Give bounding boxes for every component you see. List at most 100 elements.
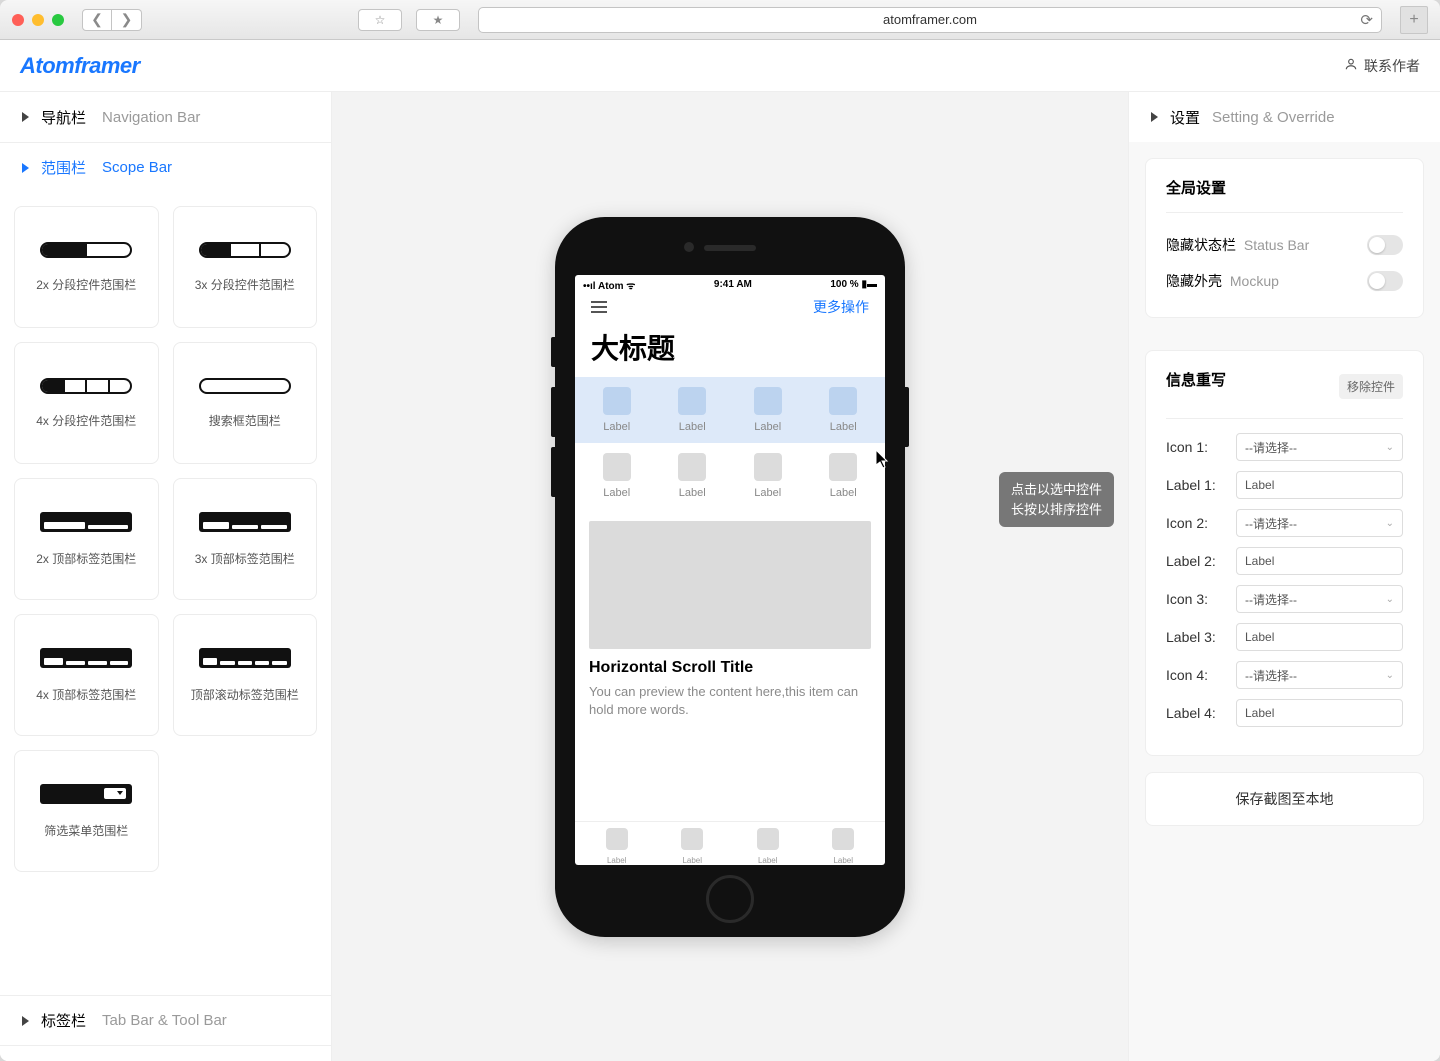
zoom-window-icon[interactable] <box>52 14 64 26</box>
component-card[interactable]: 2x 顶部标签范围栏 <box>14 478 159 600</box>
icon-scope-row[interactable]: Label Label Label Label <box>575 443 885 509</box>
icon-select[interactable]: --请选择--⌄ <box>1236 433 1403 461</box>
reload-icon[interactable]: ⟳ <box>1360 11 1373 29</box>
phone-side-button <box>905 387 909 447</box>
component-label: 筛选菜单范围栏 <box>44 822 128 839</box>
component-card[interactable]: 3x 分段控件范围栏 <box>173 206 318 328</box>
phone-side-button <box>551 447 555 497</box>
home-button-icon <box>706 875 754 923</box>
status-time: 9:41 AM <box>714 279 752 290</box>
component-label: 4x 顶部标签范围栏 <box>36 686 136 703</box>
bookmarks-button[interactable]: ★ <box>416 9 460 31</box>
panel-title-cn: 设置 <box>1170 107 1200 128</box>
panel-title-en: Setting & Override <box>1212 109 1335 126</box>
component-card[interactable]: 4x 分段控件范围栏 <box>14 342 159 464</box>
component-card[interactable]: 2x 分段控件范围栏 <box>14 206 159 328</box>
placeholder-icon <box>829 453 857 481</box>
tab-item[interactable]: Label <box>681 828 703 865</box>
icon-select[interactable]: --请选择--⌄ <box>1236 509 1403 537</box>
override-field: Icon 3:--请选择--⌄ <box>1166 585 1403 613</box>
override-title: 信息重写 <box>1166 369 1226 390</box>
override-card: 信息重写 移除控件 Icon 1:--请选择--⌄ Label 1: Label Ic… <box>1145 350 1424 756</box>
component-label: 3x 顶部标签范围栏 <box>195 550 295 567</box>
component-label: 2x 分段控件范围栏 <box>36 276 136 293</box>
component-card[interactable]: 3x 顶部标签范围栏 <box>173 478 318 600</box>
component-card[interactable]: 筛选菜单范围栏 <box>14 750 159 872</box>
label-input[interactable]: Label <box>1236 623 1403 651</box>
tab-item[interactable]: Label <box>757 828 779 865</box>
status-carrier: ••ıl Atom ᯤ <box>583 278 635 292</box>
icon-scope-row-selected[interactable]: Label Label Label Label <box>575 377 885 443</box>
placeholder-icon <box>757 828 779 850</box>
user-icon <box>1344 57 1358 74</box>
search-scope-icon <box>199 378 291 394</box>
segmented-4x-icon <box>40 378 132 394</box>
sidebar-section-tab-bar[interactable]: 标签栏 Tab Bar & Tool Bar <box>0 995 331 1045</box>
section-label-cn: 标签栏 <box>41 1010 86 1031</box>
canvas[interactable]: ••ıl Atom ᯤ 9:41 AM 100 % ▮▬ 更多操作 大标题 La… <box>332 92 1128 1061</box>
sidebar-section-scope-bar[interactable]: 范围栏 Scope Bar <box>0 142 331 192</box>
more-actions-link[interactable]: 更多操作 <box>813 297 869 317</box>
override-field: Icon 1:--请选择--⌄ <box>1166 433 1403 461</box>
icon-select[interactable]: --请选择--⌄ <box>1236 661 1403 689</box>
back-button[interactable]: ❮ <box>82 9 112 31</box>
component-card[interactable]: 搜索框范围栏 <box>173 342 318 464</box>
large-title: 大标题 <box>575 321 885 377</box>
global-settings-title: 全局设置 <box>1166 177 1403 198</box>
tab-item[interactable]: Label <box>832 828 854 865</box>
component-card[interactable]: 顶部滚动标签范围栏 <box>173 614 318 736</box>
component-label: 4x 分段控件范围栏 <box>36 412 136 429</box>
scope-item[interactable]: Label <box>678 387 706 433</box>
feed-card[interactable]: Horizontal Scroll Title You can preview … <box>589 521 871 719</box>
placeholder-icon <box>603 387 631 415</box>
field-label: Icon 4: <box>1166 667 1226 683</box>
feed-body: You can preview the content here,this it… <box>589 683 871 719</box>
tab-item[interactable]: Label <box>606 828 628 865</box>
label-input[interactable]: Label <box>1236 547 1403 575</box>
save-screenshot-button[interactable]: 保存截图至本地 <box>1145 772 1424 826</box>
minimize-window-icon[interactable] <box>32 14 44 26</box>
label-input[interactable]: Label <box>1236 471 1403 499</box>
scope-item[interactable]: Label <box>829 387 857 433</box>
placeholder-icon <box>603 453 631 481</box>
label-input[interactable]: Label <box>1236 699 1403 727</box>
section-label-en: Navigation Bar <box>102 109 200 126</box>
toptab-scroll-icon <box>199 648 291 668</box>
top-sites-button[interactable]: ☆ <box>358 9 402 31</box>
segmented-2x-icon <box>40 242 132 258</box>
chevron-down-icon: ⌄ <box>1386 518 1394 529</box>
disclosure-right-icon <box>1151 112 1158 122</box>
contact-author-link[interactable]: 联系作者 <box>1344 56 1420 76</box>
remove-component-button[interactable]: 移除控件 <box>1339 374 1403 399</box>
new-tab-button[interactable]: + <box>1400 6 1428 34</box>
sidebar-section-navigation-bar[interactable]: 导航栏 Navigation Bar <box>0 92 331 142</box>
scope-item[interactable]: Label <box>603 387 631 433</box>
right-panel-header[interactable]: 设置 Setting & Override <box>1129 92 1440 142</box>
override-field: Label 3:Label <box>1166 623 1403 651</box>
forward-button[interactable]: ❯ <box>112 9 142 31</box>
toggle-switch[interactable] <box>1367 235 1403 255</box>
field-label: Label 2: <box>1166 553 1226 569</box>
component-card[interactable]: 4x 顶部标签范围栏 <box>14 614 159 736</box>
close-window-icon[interactable] <box>12 14 24 26</box>
scope-item[interactable]: Label <box>754 387 782 433</box>
toggle-switch[interactable] <box>1367 271 1403 291</box>
contact-author-label: 联系作者 <box>1364 56 1420 76</box>
phone-mockup: ••ıl Atom ᯤ 9:41 AM 100 % ▮▬ 更多操作 大标题 La… <box>555 217 905 937</box>
disclosure-right-icon <box>22 1016 29 1026</box>
override-field: Label 2: Label <box>1166 547 1403 575</box>
scope-item[interactable]: Label <box>829 453 857 499</box>
placeholder-icon <box>678 453 706 481</box>
phone-camera-icon <box>684 242 694 252</box>
field-label: Label 1: <box>1166 477 1226 493</box>
scope-item[interactable]: Label <box>603 453 631 499</box>
segmented-3x-icon <box>199 242 291 258</box>
address-bar[interactable]: atomframer.com ⟳ <box>478 7 1382 33</box>
toptab-3x-icon <box>199 512 291 532</box>
menu-icon[interactable] <box>591 301 607 313</box>
icon-select[interactable]: --请选择--⌄ <box>1236 585 1403 613</box>
status-bar: ••ıl Atom ᯤ 9:41 AM 100 % ▮▬ <box>575 275 885 291</box>
placeholder-icon <box>754 453 782 481</box>
scope-item[interactable]: Label <box>678 453 706 499</box>
scope-item[interactable]: Label <box>754 453 782 499</box>
